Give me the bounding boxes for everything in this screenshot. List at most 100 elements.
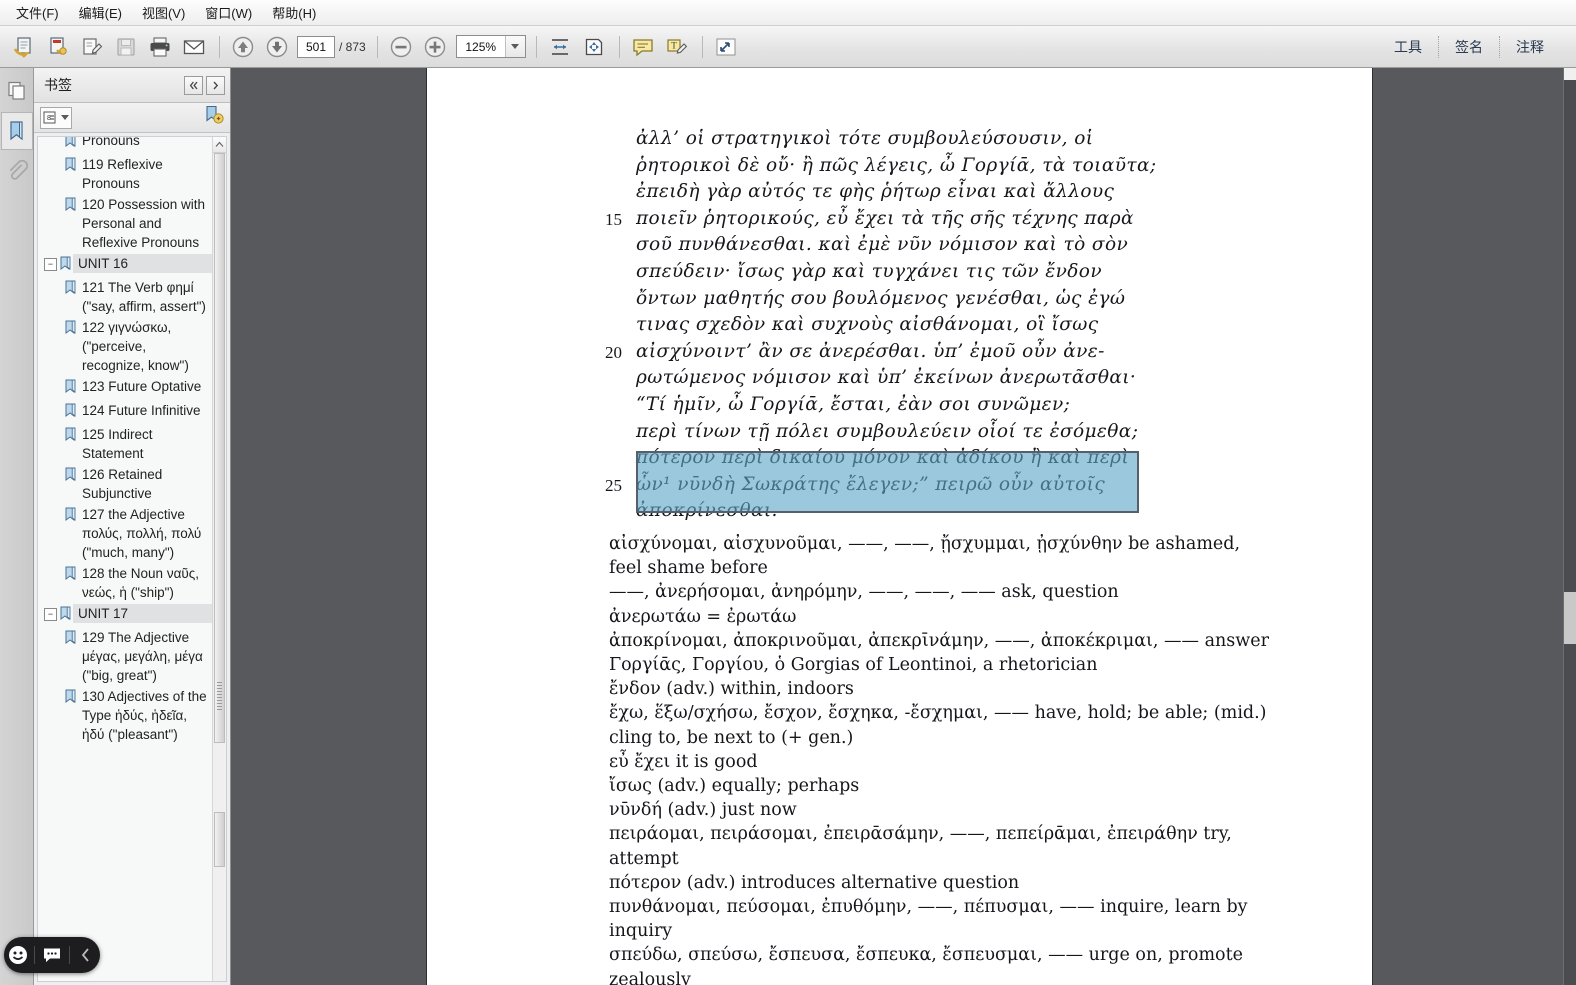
document-text-line[interactable]: σπεύδειν· ἴσως γὰρ καὶ τυγχάνει τις τῶν … bbox=[636, 261, 1102, 282]
bookmarks-panel-button[interactable] bbox=[0, 112, 33, 150]
menu-edit[interactable]: 编辑(E) bbox=[69, 0, 132, 25]
document-text-line[interactable]: ἐπειδὴ γὰρ αὐτός τε φὴς ῥήτωρ εἶναι καὶ … bbox=[636, 181, 1114, 202]
document-text-line[interactable]: ἀλλ’ οἱ στρατηγικοὶ τότε συμβουλεύσουσιν… bbox=[636, 128, 1093, 149]
text-highlight-selection[interactable] bbox=[636, 451, 1139, 513]
bookmarks-scroll-up-button[interactable] bbox=[213, 137, 226, 153]
vocabulary-entry[interactable]: ἔχω, ἕξω/σχήσω, ἔσχον, ἔσχηκα, -ἔσχημαι,… bbox=[609, 703, 1267, 723]
collapse-toggle-icon[interactable]: − bbox=[44, 258, 57, 271]
viewer-scrollbar-thumb[interactable] bbox=[1564, 592, 1576, 644]
bookmark-item[interactable]: 130 Adjectives of the Type ἡδύς, ἡδεῖα, … bbox=[42, 686, 226, 745]
vocabulary-entry[interactable]: πυνθάνομαι, πεύσομαι, ἐπυθόμην, ——, πέπυ… bbox=[609, 897, 1248, 917]
bookmark-icon bbox=[64, 403, 78, 423]
vocabulary-entry[interactable]: ——, ἀνερήσομαι, ἀνηρόμην, ——, ——, —— ask… bbox=[609, 582, 1119, 602]
menu-view[interactable]: 视图(V) bbox=[132, 0, 195, 25]
smiley-face-icon[interactable] bbox=[7, 944, 29, 966]
document-viewer[interactable]: ἀλλ’ οἱ στρατηγικοὶ τότε συμβουλεύσουσιν… bbox=[231, 68, 1576, 985]
floating-chat-widget[interactable] bbox=[4, 937, 100, 973]
vocabulary-entry[interactable]: ἴσως (adv.) equally; perhaps bbox=[609, 776, 859, 796]
page-thumbnails-button[interactable] bbox=[1, 72, 33, 110]
new-bookmark-button[interactable] bbox=[204, 105, 224, 130]
bookmark-item[interactable]: 124 Future Infinitive bbox=[42, 400, 226, 424]
collapse-toggle-icon[interactable]: − bbox=[44, 608, 57, 621]
edit-pdf-button[interactable] bbox=[76, 31, 108, 63]
document-text-line[interactable]: περὶ τίνων τῇ πόλει συμβουλεύειν οἷοί τε… bbox=[636, 421, 1138, 442]
document-text-line[interactable]: ποιεῖν ῥητορικούς, εὖ ἔχει τὰ τῆς σῆς τέ… bbox=[636, 208, 1134, 229]
bookmarks-scrollbar[interactable] bbox=[212, 137, 226, 981]
bookmark-item[interactable]: 127 the Adjective πολύς, πολλή, πολύ ("m… bbox=[42, 504, 226, 563]
document-text-line[interactable]: ρωτώμενος νόμισον καὶ ὑπ’ ἐκείνων ἀνερωτ… bbox=[636, 367, 1136, 388]
document-text-line[interactable]: ὄντων μαθητής σου βουλόμενος γενέσθαι, ὡ… bbox=[636, 288, 1125, 309]
vocabulary-entry[interactable]: αἰσχύνομαι, αἰσχυνοῦμαι, ——, ——, ᾔσχυμμα… bbox=[609, 534, 1240, 554]
menu-help[interactable]: 帮助(H) bbox=[262, 0, 326, 25]
vocabulary-entry[interactable]: zealously bbox=[609, 970, 691, 985]
toolbar-tab-comment[interactable]: 注释 bbox=[1500, 33, 1560, 61]
vocabulary-entry[interactable]: εὖ ἔχει it is good bbox=[609, 752, 758, 772]
bookmark-unit-item[interactable]: − UNIT 16 bbox=[42, 253, 226, 277]
fit-page-button[interactable] bbox=[578, 31, 610, 63]
bookmark-unit-item[interactable]: − UNIT 17 bbox=[42, 603, 226, 627]
vocabulary-entry[interactable]: cling to, be next to (+ gen.) bbox=[609, 728, 853, 748]
document-text-line[interactable]: “Τί ἡμῖν, ὦ Γοργίᾱ, ἔσται, ἐὰν σοι συνῶμ… bbox=[636, 394, 1070, 415]
document-text-line[interactable]: αἰσχύνοιντ’ ἂν σε ἀνερέσθαι. ὑπ’ ἐμοῦ οὖ… bbox=[636, 341, 1105, 362]
bookmark-item[interactable]: 128 the Noun ναῦς, νεώς, ἡ ("ship") bbox=[42, 563, 226, 603]
bookmark-item[interactable]: 121 The Verb φημί ("say, affirm, assert"… bbox=[42, 277, 226, 317]
bookmarks-panel-header: 书签 bbox=[34, 68, 230, 103]
bookmark-icon bbox=[9, 121, 23, 141]
pdf-page[interactable]: ἀλλ’ οἱ στρατηγικοὶ τότε συμβουλεύσουσιν… bbox=[427, 68, 1372, 985]
bookmarks-scrollbar-thumb[interactable] bbox=[214, 153, 225, 743]
vocabulary-entry[interactable]: πότερον (adv.) introduces alternative qu… bbox=[609, 873, 1019, 893]
toolbar-tab-tools[interactable]: 工具 bbox=[1378, 33, 1438, 61]
open-file-button[interactable] bbox=[8, 31, 40, 63]
viewer-scrollbar[interactable] bbox=[1564, 68, 1576, 985]
toolbar-separator-5 bbox=[701, 35, 703, 58]
bookmark-item[interactable]: 129 The Adjective μέγας, μεγάλη, μέγα ("… bbox=[42, 627, 226, 686]
vocabulary-entry[interactable]: νῡνδή (adv.) just now bbox=[609, 800, 797, 820]
save-button[interactable] bbox=[110, 31, 142, 63]
bookmark-item[interactable]: 123 Future Optative bbox=[42, 376, 226, 400]
vocabulary-entry[interactable]: inquiry bbox=[609, 921, 672, 941]
vocabulary-entry[interactable]: Γοργίᾱς, Γοργίου, ὁ Gorgias of Leontinoi… bbox=[609, 655, 1098, 675]
document-text-line[interactable]: τινας σχεδὸν καὶ συχνοὺς αἰσθάνομαι, οἳ … bbox=[636, 314, 1098, 335]
collapse-chat-icon[interactable] bbox=[75, 944, 97, 966]
fit-width-button[interactable] bbox=[544, 31, 576, 63]
vocabulary-entry[interactable]: πειράομαι, πειράσομαι, ἐπειρᾱσάμην, ——, … bbox=[609, 824, 1232, 844]
create-pdf-button[interactable] bbox=[42, 31, 74, 63]
previous-page-button[interactable] bbox=[227, 31, 259, 63]
bookmark-item[interactable]: 122 γιγνώσκω, ("perceive, recognize, kno… bbox=[42, 317, 226, 376]
menu-file[interactable]: 文件(F) bbox=[6, 0, 69, 25]
next-page-button[interactable] bbox=[261, 31, 293, 63]
menu-window[interactable]: 窗口(W) bbox=[195, 0, 262, 25]
print-button[interactable] bbox=[144, 31, 176, 63]
chat-bubble-icon[interactable] bbox=[41, 944, 63, 966]
toolbar-tab-sign[interactable]: 签名 bbox=[1439, 33, 1499, 61]
bookmark-item[interactable]: 125 Indirect Statement bbox=[42, 424, 226, 464]
email-button[interactable] bbox=[178, 31, 210, 63]
bookmark-item[interactable]: 120 Possession with Personal and Reflexi… bbox=[42, 194, 226, 253]
zoom-level-combobox[interactable]: 125% bbox=[455, 35, 526, 58]
text-comment-button[interactable]: T bbox=[661, 31, 693, 63]
page-number-input[interactable]: 501 bbox=[297, 35, 335, 58]
expand-panel-button[interactable] bbox=[206, 75, 225, 95]
bookmark-options-button[interactable]: 8 bbox=[40, 106, 72, 129]
add-comment-button[interactable] bbox=[627, 31, 659, 63]
bookmarks-tree[interactable]: Pronouns 119 Reflexive Pronouns 120 Posses… bbox=[37, 136, 227, 982]
bookmark-item[interactable]: Pronouns bbox=[42, 137, 226, 154]
collapse-panel-button[interactable] bbox=[184, 75, 203, 95]
vocabulary-entry[interactable]: attempt bbox=[609, 849, 679, 869]
vocabulary-entry[interactable]: ἀποκρίνομαι, ἀποκρινοῦμαι, ἀπεκρῑνάμην, … bbox=[609, 631, 1269, 651]
bookmark-label: 128 the Noun ναῦς, νεώς, ἡ ("ship") bbox=[82, 566, 200, 600]
zoom-in-button[interactable] bbox=[419, 31, 451, 63]
zoom-out-button[interactable] bbox=[385, 31, 417, 63]
bookmarks-scrollbar-thumb-lower[interactable] bbox=[214, 812, 225, 867]
attachments-panel-button[interactable] bbox=[1, 152, 33, 190]
fullscreen-button[interactable] bbox=[710, 31, 742, 63]
vocabulary-entry[interactable]: feel shame before bbox=[609, 558, 768, 578]
bookmark-item[interactable]: 126 Retained Subjunctive bbox=[42, 464, 226, 504]
document-text-line[interactable]: σοῦ πυνθάνεσθαι. καὶ ἐμὲ νῦν νόμισον καὶ… bbox=[636, 234, 1128, 255]
bookmark-item[interactable]: 119 Reflexive Pronouns bbox=[42, 154, 226, 194]
vocabulary-entry[interactable]: ἔνδον (adv.) within, indoors bbox=[609, 679, 854, 699]
vocabulary-entry[interactable]: ἀνερωτάω = ἐρωτάω bbox=[609, 607, 796, 627]
zoom-dropdown-button[interactable] bbox=[504, 36, 525, 57]
document-text-line[interactable]: ῥητορικοὶ δὲ οὔ· ἢ πῶς λέγεις, ὦ Γοργίᾱ,… bbox=[636, 155, 1157, 176]
vocabulary-entry[interactable]: σπεύδω, σπεύσω, ἔσπευσα, ἔσπευκα, ἔσπευσ… bbox=[609, 945, 1243, 965]
